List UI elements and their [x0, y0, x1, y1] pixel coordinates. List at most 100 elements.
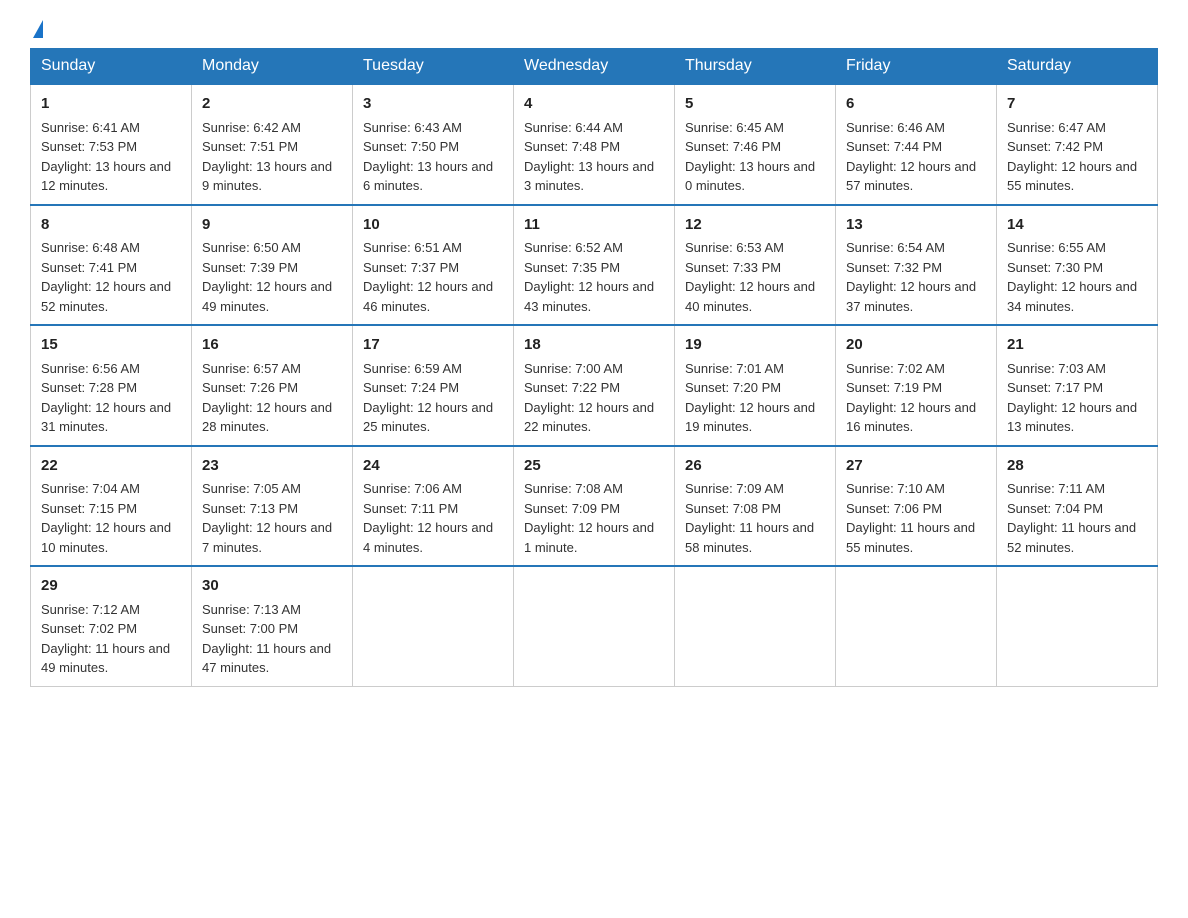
day-daylight: Daylight: 13 hours and 0 minutes.	[685, 159, 815, 194]
day-number: 8	[41, 214, 181, 237]
calendar-cell	[514, 566, 675, 686]
weekday-header-tuesday: Tuesday	[353, 49, 514, 85]
calendar-cell	[675, 566, 836, 686]
day-sunrise: Sunrise: 7:08 AM	[524, 481, 623, 496]
week-row-1: 1 Sunrise: 6:41 AM Sunset: 7:53 PM Daylight…	[31, 84, 1158, 205]
day-number: 10	[363, 214, 503, 237]
calendar-cell: 3Sunrise: 6:43 AMSunset: 7:50 PMDaylight…	[353, 84, 514, 205]
day-daylight: Daylight: 12 hours and 55 minutes.	[1007, 159, 1137, 194]
day-number: 29	[41, 575, 181, 598]
day-sunset: Sunset: 7:20 PM	[685, 380, 781, 395]
day-number: 23	[202, 455, 342, 478]
week-row-3: 15Sunrise: 6:56 AMSunset: 7:28 PMDayligh…	[31, 325, 1158, 446]
day-sunset: Sunset: 7:33 PM	[685, 260, 781, 275]
day-daylight: Daylight: 12 hours and 16 minutes.	[846, 400, 976, 435]
day-daylight: Daylight: 12 hours and 19 minutes.	[685, 400, 815, 435]
calendar-table: SundayMondayTuesdayWednesdayThursdayFrid…	[30, 48, 1158, 687]
day-number: 30	[202, 575, 342, 598]
calendar-cell: 25Sunrise: 7:08 AMSunset: 7:09 PMDayligh…	[514, 446, 675, 567]
calendar-cell: 19Sunrise: 7:01 AMSunset: 7:20 PMDayligh…	[675, 325, 836, 446]
day-daylight: Daylight: 12 hours and 13 minutes.	[1007, 400, 1137, 435]
day-sunrise: Sunrise: 7:04 AM	[41, 481, 140, 496]
day-sunrise: Sunrise: 6:42 AM	[202, 120, 301, 135]
day-sunset: Sunset: 7:26 PM	[202, 380, 298, 395]
calendar-cell: 18Sunrise: 7:00 AMSunset: 7:22 PMDayligh…	[514, 325, 675, 446]
calendar-cell: 17Sunrise: 6:59 AMSunset: 7:24 PMDayligh…	[353, 325, 514, 446]
day-daylight: Daylight: 12 hours and 49 minutes.	[202, 279, 332, 314]
day-sunset: Sunset: 7:37 PM	[363, 260, 459, 275]
day-number: 21	[1007, 334, 1147, 357]
calendar-cell: 22 Sunrise: 7:04 AM Sunset: 7:15 PM Dayligh…	[31, 446, 192, 567]
calendar-cell: 10Sunrise: 6:51 AMSunset: 7:37 PMDayligh…	[353, 205, 514, 326]
day-sunset: Sunset: 7:24 PM	[363, 380, 459, 395]
logo	[30, 20, 43, 38]
day-sunrise: Sunrise: 7:10 AM	[846, 481, 945, 496]
day-number: 15	[41, 334, 181, 357]
day-sunrise: Sunrise: 7:01 AM	[685, 361, 784, 376]
day-sunset: Sunset: 7:44 PM	[846, 139, 942, 154]
calendar-cell: 4Sunrise: 6:44 AMSunset: 7:48 PMDaylight…	[514, 84, 675, 205]
day-sunset: Sunset: 7:04 PM	[1007, 501, 1103, 516]
calendar-cell: 14Sunrise: 6:55 AMSunset: 7:30 PMDayligh…	[997, 205, 1158, 326]
day-sunrise: Sunrise: 6:57 AM	[202, 361, 301, 376]
day-sunrise: Sunrise: 6:54 AM	[846, 240, 945, 255]
day-sunrise: Sunrise: 7:13 AM	[202, 602, 301, 617]
day-sunset: Sunset: 7:51 PM	[202, 139, 298, 154]
day-number: 22	[41, 455, 181, 478]
day-sunset: Sunset: 7:17 PM	[1007, 380, 1103, 395]
day-daylight: Daylight: 11 hours and 55 minutes.	[846, 520, 975, 555]
day-sunrise: Sunrise: 7:12 AM	[41, 602, 140, 617]
day-sunset: Sunset: 7:15 PM	[41, 501, 137, 516]
day-number: 28	[1007, 455, 1147, 478]
day-number: 4	[524, 93, 664, 116]
calendar-cell: 8Sunrise: 6:48 AMSunset: 7:41 PMDaylight…	[31, 205, 192, 326]
calendar-cell: 2Sunrise: 6:42 AMSunset: 7:51 PMDaylight…	[192, 84, 353, 205]
calendar-cell: 6Sunrise: 6:46 AMSunset: 7:44 PMDaylight…	[836, 84, 997, 205]
page-header	[30, 20, 1158, 38]
day-sunrise: Sunrise: 6:47 AM	[1007, 120, 1106, 135]
weekday-header-sunday: Sunday	[31, 49, 192, 85]
day-daylight: Daylight: 13 hours and 3 minutes.	[524, 159, 654, 194]
day-sunset: Sunset: 7:39 PM	[202, 260, 298, 275]
calendar-cell: 20Sunrise: 7:02 AMSunset: 7:19 PMDayligh…	[836, 325, 997, 446]
week-row-2: 8Sunrise: 6:48 AMSunset: 7:41 PMDaylight…	[31, 205, 1158, 326]
day-daylight: Daylight: 12 hours and 7 minutes.	[202, 520, 332, 555]
day-daylight: Daylight: 12 hours and 10 minutes.	[41, 520, 171, 555]
calendar-cell	[997, 566, 1158, 686]
day-sunset: Sunset: 7:48 PM	[524, 139, 620, 154]
calendar-cell: 26Sunrise: 7:09 AMSunset: 7:08 PMDayligh…	[675, 446, 836, 567]
day-daylight: Daylight: 12 hours and 1 minute.	[524, 520, 654, 555]
weekday-header-wednesday: Wednesday	[514, 49, 675, 85]
day-daylight: Daylight: 12 hours and 28 minutes.	[202, 400, 332, 435]
day-sunset: Sunset: 7:53 PM	[41, 139, 137, 154]
calendar-cell: 16Sunrise: 6:57 AMSunset: 7:26 PMDayligh…	[192, 325, 353, 446]
day-number: 18	[524, 334, 664, 357]
day-sunrise: Sunrise: 6:53 AM	[685, 240, 784, 255]
day-number: 11	[524, 214, 664, 237]
day-sunrise: Sunrise: 7:05 AM	[202, 481, 301, 496]
calendar-cell: 29Sunrise: 7:12 AMSunset: 7:02 PMDayligh…	[31, 566, 192, 686]
day-number: 17	[363, 334, 503, 357]
day-sunset: Sunset: 7:35 PM	[524, 260, 620, 275]
day-number: 12	[685, 214, 825, 237]
week-row-4: 22 Sunrise: 7:04 AM Sunset: 7:15 PM Dayligh…	[31, 446, 1158, 567]
calendar-cell: 9Sunrise: 6:50 AMSunset: 7:39 PMDaylight…	[192, 205, 353, 326]
logo-triangle-icon	[33, 20, 43, 38]
day-daylight: Daylight: 13 hours and 12 minutes.	[41, 159, 171, 194]
day-number: 3	[363, 93, 503, 116]
calendar-cell: 1 Sunrise: 6:41 AM Sunset: 7:53 PM Daylight…	[31, 84, 192, 205]
day-number: 26	[685, 455, 825, 478]
day-sunrise: Sunrise: 6:41 AM	[41, 120, 140, 135]
day-sunset: Sunset: 7:22 PM	[524, 380, 620, 395]
day-sunrise: Sunrise: 7:06 AM	[363, 481, 462, 496]
day-sunset: Sunset: 7:28 PM	[41, 380, 137, 395]
day-sunset: Sunset: 7:00 PM	[202, 621, 298, 636]
day-sunrise: Sunrise: 7:11 AM	[1007, 481, 1105, 496]
day-daylight: Daylight: 11 hours and 52 minutes.	[1007, 520, 1136, 555]
day-daylight: Daylight: 12 hours and 46 minutes.	[363, 279, 493, 314]
day-daylight: Daylight: 12 hours and 57 minutes.	[846, 159, 976, 194]
day-number: 20	[846, 334, 986, 357]
day-number: 1	[41, 93, 181, 116]
day-sunrise: Sunrise: 6:55 AM	[1007, 240, 1106, 255]
calendar-cell: 15Sunrise: 6:56 AMSunset: 7:28 PMDayligh…	[31, 325, 192, 446]
